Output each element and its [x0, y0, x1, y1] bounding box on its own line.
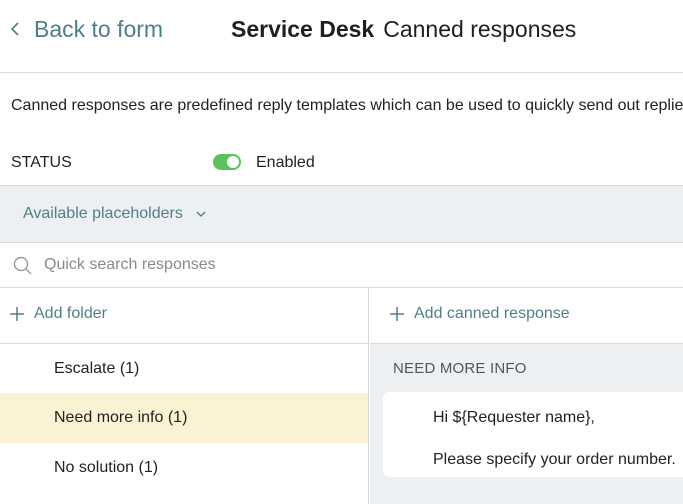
placeholders-label: Available placeholders [23, 205, 183, 222]
status-toggle[interactable] [213, 154, 241, 170]
responses-panel: Add canned response NEED MORE INFO Hi ${… [370, 288, 683, 504]
chevron-left-icon [10, 22, 19, 36]
add-folder-button[interactable]: Add folder [9, 305, 107, 323]
folder-list-panel: Add folder Escalate (1) Need more info (… [0, 288, 369, 504]
add-canned-response-button[interactable]: Add canned response [389, 305, 570, 323]
folder-heading: NEED MORE INFO [393, 360, 527, 377]
response-line-1: Hi ${Requester name}, [433, 409, 595, 426]
folder-item-no-solution[interactable]: No solution (1) [0, 443, 368, 493]
responses-list: NEED MORE INFO Hi ${Requester name}, Ple… [370, 343, 683, 504]
status-label: STATUS [11, 154, 72, 171]
folder-item-need-more-info[interactable]: Need more info (1) [0, 393, 368, 443]
status-value: Enabled [256, 154, 315, 171]
search-bar [0, 243, 683, 288]
response-line-2: Please specify your order number. [433, 451, 676, 468]
add-folder-label: Add folder [34, 305, 107, 322]
chevron-down-icon [196, 211, 206, 217]
page-description: Canned responses are predefined reply te… [11, 97, 683, 114]
placeholders-bar: Available placeholders [0, 185, 683, 243]
header: Back to form Service Desk Canned respons… [0, 0, 683, 73]
search-input[interactable] [44, 253, 644, 277]
product-name: Service Desk [231, 15, 375, 42]
available-placeholders-dropdown[interactable]: Available placeholders [23, 205, 207, 223]
page-title-text: Canned responses [383, 15, 577, 42]
plus-icon [390, 307, 404, 321]
back-to-form-link[interactable]: Back to form [10, 14, 163, 44]
search-icon [13, 256, 32, 275]
canned-response-card[interactable]: Hi ${Requester name}, Please specify you… [383, 392, 683, 477]
page-title: Service Desk Canned responses [231, 14, 576, 44]
folder-item-escalate[interactable]: Escalate (1) [0, 344, 368, 394]
add-canned-response-label: Add canned response [414, 305, 570, 322]
plus-icon [10, 307, 24, 321]
back-label: Back to form [34, 15, 164, 42]
toggle-knob [227, 156, 239, 168]
